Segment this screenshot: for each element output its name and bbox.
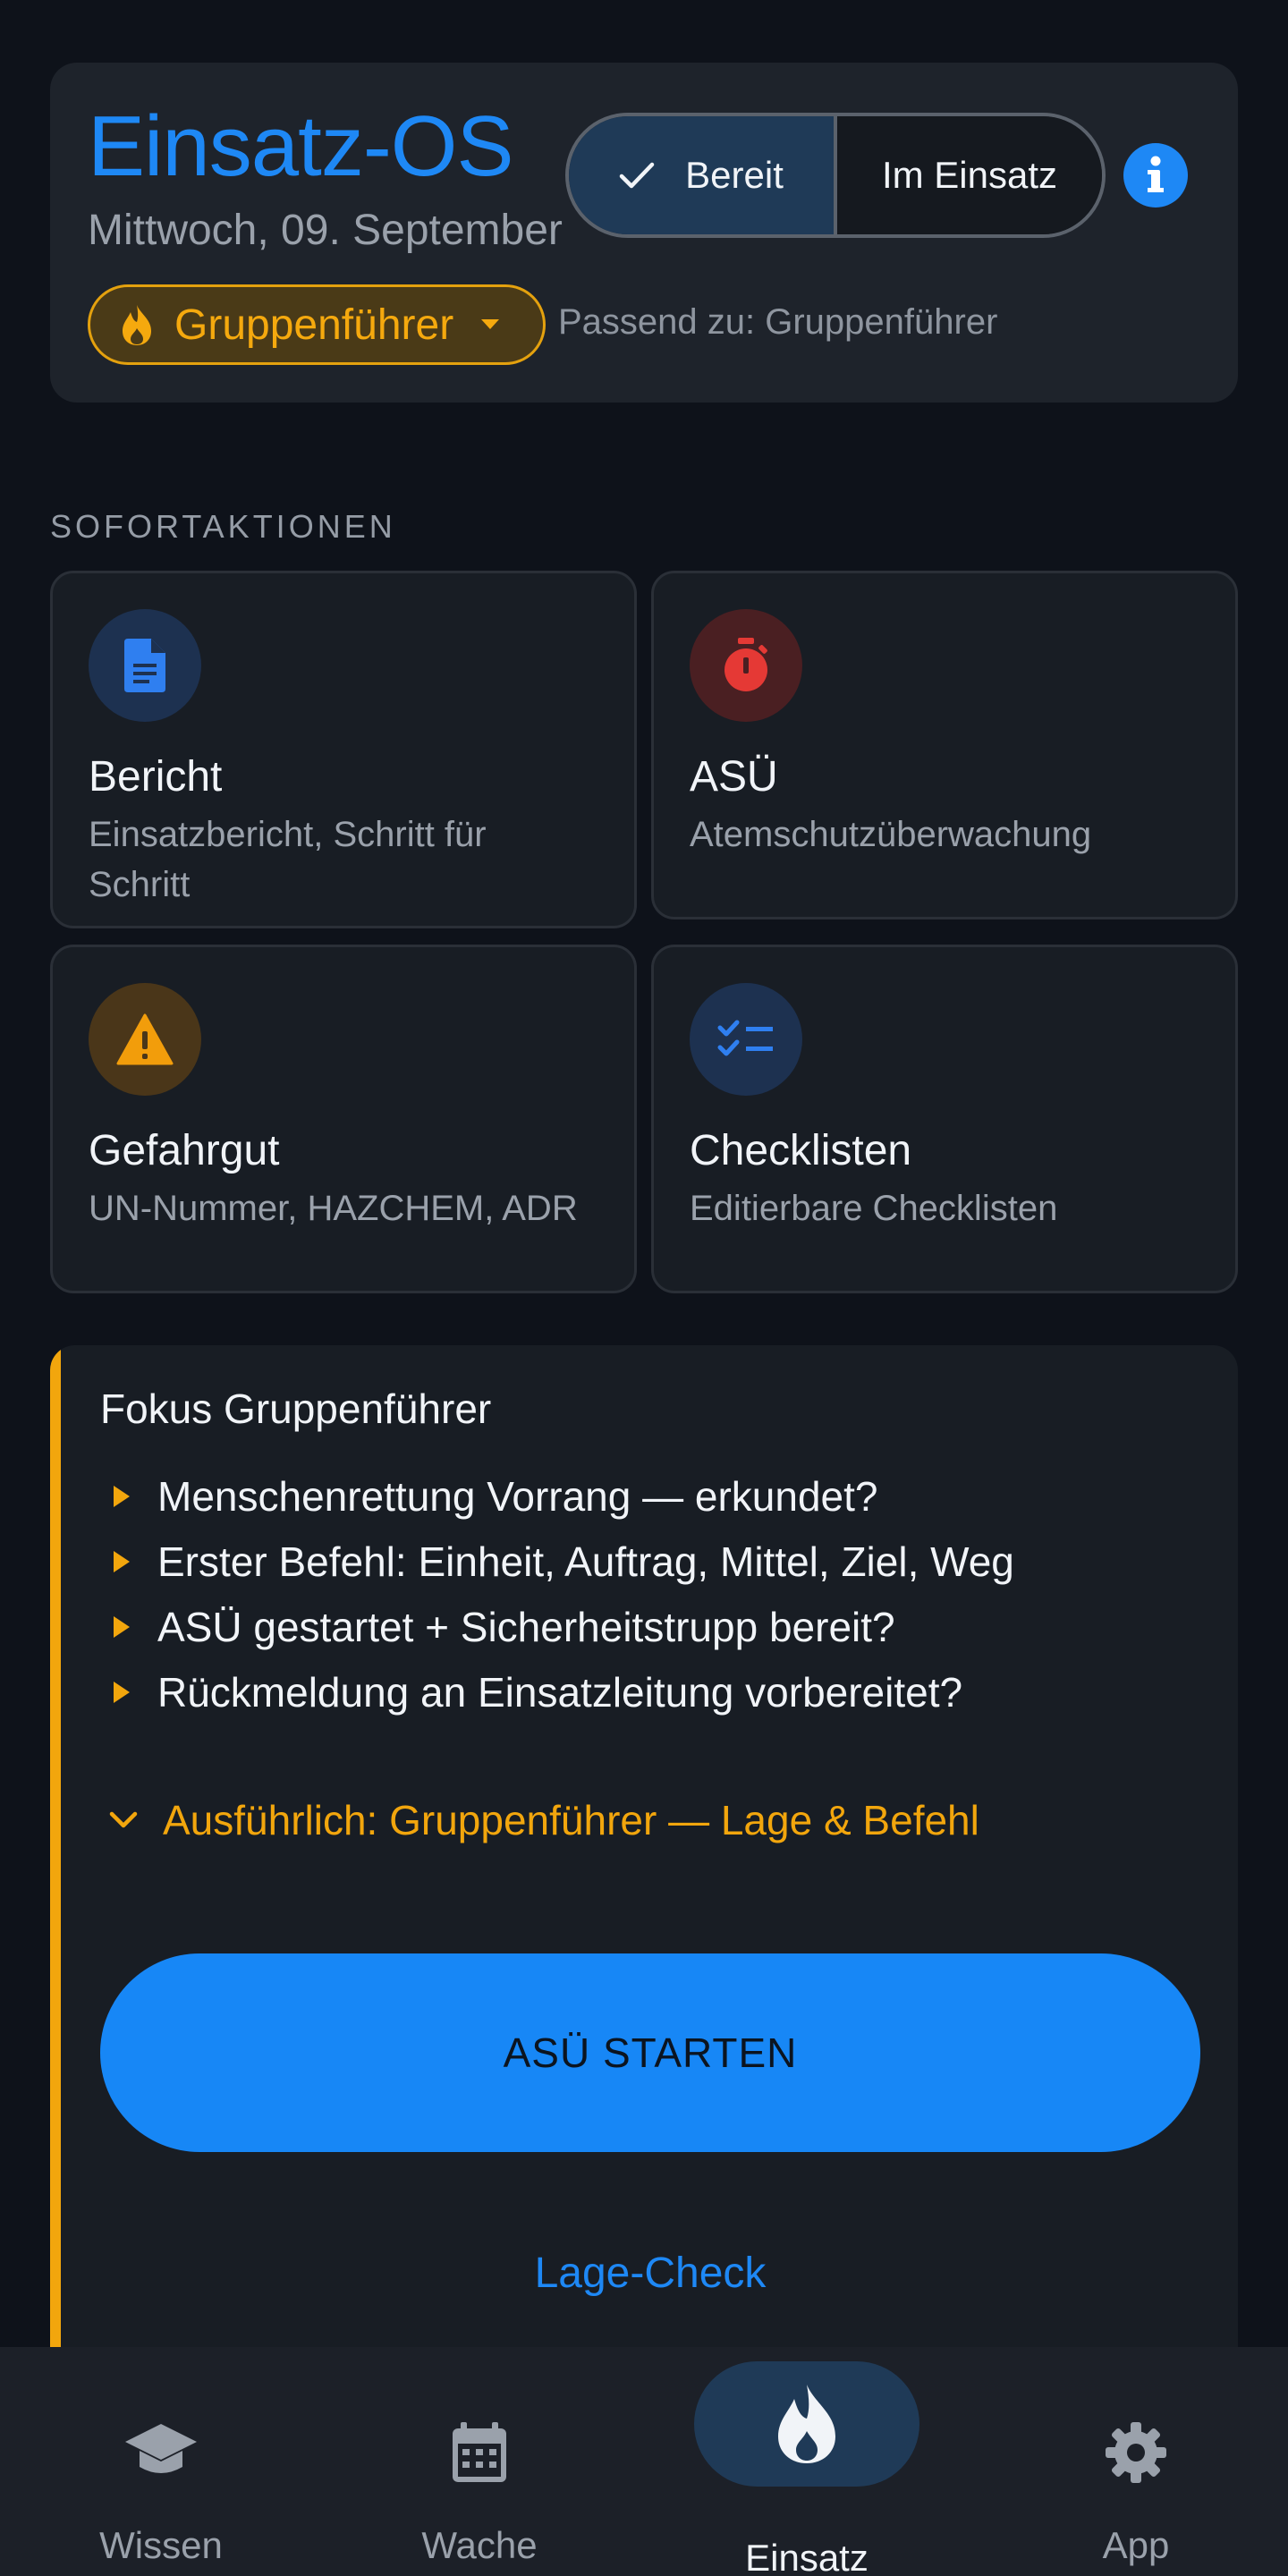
icon-badge xyxy=(89,983,201,1096)
action-card-asu[interactable]: ASÜ Atemschutzüberwachung xyxy=(651,571,1238,919)
role-label: Gruppenführer xyxy=(174,301,454,349)
icon-badge xyxy=(690,983,802,1096)
graduation-cap-icon xyxy=(125,2424,197,2473)
nav-label: Wache xyxy=(421,2524,538,2566)
info-icon xyxy=(1148,156,1164,192)
focus-title: Fokus Gruppenführer xyxy=(100,1385,492,1432)
focus-accent-bar xyxy=(50,1345,61,2419)
nav-label: Einsatz xyxy=(745,2537,869,2576)
focus-item-text: Erster Befehl: Einheit, Auftrag, Mittel,… xyxy=(157,1538,1014,1585)
list-item: Menschenrettung Vorrang — erkundet? xyxy=(113,1463,1014,1529)
icon-badge xyxy=(690,609,802,722)
current-date: Mittwoch, 09. September xyxy=(88,207,563,254)
details-expander[interactable]: Ausführlich: Gruppenführer — Lage & Befe… xyxy=(109,1796,979,1844)
status-ready-button[interactable]: Bereit xyxy=(569,116,834,234)
focus-list: Menschenrettung Vorrang — erkundet? Erst… xyxy=(113,1463,1014,1724)
icon-badge xyxy=(89,609,201,722)
action-card-checklists[interactable]: Checklisten Editierbare Checklisten xyxy=(651,945,1238,1293)
status-active-label: Im Einsatz xyxy=(881,154,1058,196)
action-subtitle: Editierbare Checklisten xyxy=(690,1189,1058,1228)
triangle-right-icon xyxy=(114,1485,130,1507)
action-card-hazmat[interactable]: Gefahrgut UN-Nummer, HAZCHEM, ADR xyxy=(50,945,637,1293)
chevron-down-icon xyxy=(109,1811,138,1828)
role-hint: Passend zu: Gruppenführer xyxy=(558,302,998,342)
focus-card: Fokus Gruppenführer Menschenrettung Vorr… xyxy=(50,1345,1238,2419)
status-toggle[interactable]: Bereit Im Einsatz xyxy=(565,113,1106,238)
check-icon xyxy=(619,162,655,189)
action-subtitle: Einsatzbericht, Schritt für Schritt xyxy=(89,815,487,904)
flame-icon xyxy=(123,305,151,345)
calendar-icon xyxy=(453,2422,506,2482)
status-active-button[interactable]: Im Einsatz xyxy=(837,116,1102,234)
stopwatch-icon xyxy=(724,638,767,691)
action-title: Bericht xyxy=(89,753,223,801)
triangle-right-icon xyxy=(114,1550,130,1572)
section-heading-quick-actions: SOFORTAKTIONEN xyxy=(50,508,396,545)
status-ready-label: Bereit xyxy=(685,154,784,196)
gear-icon xyxy=(1106,2422,1166,2483)
situation-check-link[interactable]: Lage-Check xyxy=(100,2249,1200,2298)
list-item: Erster Befehl: Einheit, Auftrag, Mittel,… xyxy=(113,1529,1014,1594)
action-title: Checklisten xyxy=(690,1127,912,1174)
details-expander-label: Ausführlich: Gruppenführer — Lage & Befe… xyxy=(163,1797,979,1843)
checklist-icon xyxy=(717,1020,773,1056)
bottom-navigation: Wissen Wache Einsatz App xyxy=(0,2347,1288,2576)
chevron-down-icon xyxy=(481,319,500,329)
header-card: Einsatz-OS Mittwoch, 09. September Berei… xyxy=(50,63,1238,402)
role-selector[interactable]: Gruppenführer xyxy=(88,284,546,365)
app-title: Einsatz-OS xyxy=(88,98,513,194)
nav-item-wissen[interactable]: Wissen xyxy=(0,2347,322,2576)
nav-item-wache[interactable]: Wache xyxy=(318,2347,640,2576)
triangle-right-icon xyxy=(114,1615,130,1638)
document-icon xyxy=(124,639,165,692)
focus-item-text: Menschenrettung Vorrang — erkundet? xyxy=(157,1472,878,1520)
action-subtitle: Atemschutzüberwachung xyxy=(690,815,1092,854)
triangle-right-icon xyxy=(114,1681,130,1703)
nav-label: Wissen xyxy=(99,2524,223,2566)
action-title: ASÜ xyxy=(690,753,778,801)
list-item: ASÜ gestartet + Sicherheitstrupp bereit? xyxy=(113,1594,1014,1659)
nav-label: App xyxy=(1102,2524,1170,2566)
list-item: Rückmeldung an Einsatzleitung vorbereite… xyxy=(113,1659,1014,1724)
nav-item-einsatz[interactable]: Einsatz xyxy=(646,2347,968,2576)
action-subtitle: UN-Nummer, HAZCHEM, ADR xyxy=(89,1189,578,1228)
focus-item-text: ASÜ gestartet + Sicherheitstrupp bereit? xyxy=(157,1603,895,1650)
flame-icon xyxy=(778,2385,835,2463)
nav-item-app[interactable]: App xyxy=(975,2347,1288,2576)
focus-item-text: Rückmeldung an Einsatzleitung vorbereite… xyxy=(157,1668,963,1716)
warning-icon xyxy=(116,1013,174,1065)
info-button[interactable] xyxy=(1123,143,1188,208)
start-asu-button[interactable]: ASÜ STARTEN xyxy=(100,1953,1200,2152)
action-title: Gefahrgut xyxy=(89,1127,280,1174)
action-card-report[interactable]: Bericht Einsatzbericht, Schritt für Schr… xyxy=(50,571,637,928)
